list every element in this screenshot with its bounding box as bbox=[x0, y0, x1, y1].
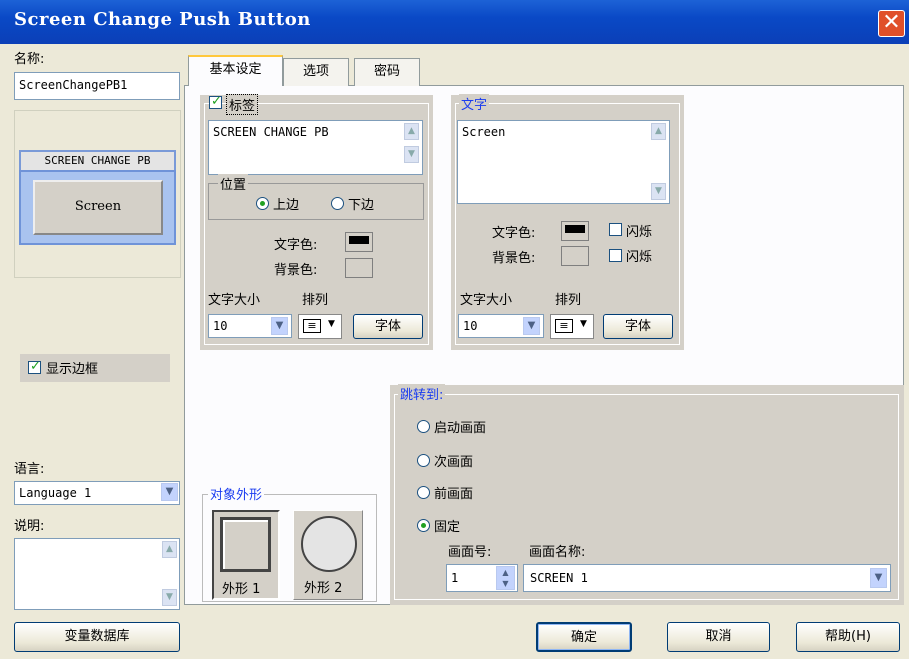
square-shape-icon bbox=[220, 517, 271, 572]
screen-name-select[interactable]: SCREEN 1 bbox=[523, 564, 891, 592]
label-textarea[interactable]: SCREEN CHANGE PB bbox=[208, 120, 423, 175]
text-blink-label-2: 闪烁 bbox=[626, 250, 653, 265]
spinner-arrows-icon[interactable]: ▲ ▼ bbox=[496, 566, 515, 590]
position-top-radio[interactable] bbox=[256, 197, 269, 210]
close-button[interactable]: ✕ bbox=[878, 10, 905, 37]
scroll-up-icon[interactable]: ▲ bbox=[651, 123, 666, 140]
label-font-button[interactable]: 字体 bbox=[353, 314, 423, 339]
text-blink-checkbox-2[interactable] bbox=[609, 249, 622, 262]
circle-shape-icon bbox=[301, 516, 357, 572]
show-border-label: 显示边框 bbox=[46, 362, 99, 377]
window-title: Screen Change Push Button bbox=[14, 9, 311, 30]
label-font-size-label: 文字大小 bbox=[208, 293, 261, 308]
show-border-checkbox[interactable] bbox=[28, 359, 41, 374]
shape1-option[interactable]: 外形 1 bbox=[212, 510, 280, 600]
chevron-down-icon[interactable]: ▼ bbox=[870, 568, 887, 588]
scroll-down-icon[interactable]: ▼ bbox=[404, 146, 419, 163]
label-group-title: 标签 bbox=[226, 94, 259, 115]
chevron-down-icon[interactable]: ▼ bbox=[523, 317, 540, 335]
text-bg-color-swatch[interactable] bbox=[561, 246, 589, 266]
text-bg-color-label: 背景色: bbox=[492, 251, 536, 266]
label-bg-color-label: 背景色: bbox=[274, 263, 318, 278]
label-checkbox[interactable] bbox=[209, 94, 222, 109]
ok-button[interactable]: 确定 bbox=[536, 622, 632, 652]
cancel-button[interactable]: 取消 bbox=[667, 622, 770, 652]
shape2-option[interactable]: 外形 2 bbox=[293, 510, 363, 600]
shape1-label: 外形 1 bbox=[222, 582, 261, 597]
text-align-dropdown[interactable]: ≡ ▼ bbox=[550, 314, 594, 339]
screen-name-label: 画面名称: bbox=[529, 545, 586, 560]
align-icon: ≡ bbox=[555, 319, 573, 333]
chevron-down-icon[interactable]: ▼ bbox=[161, 483, 178, 501]
preview-label: SCREEN CHANGE PB bbox=[19, 150, 176, 170]
screen-number-label: 画面号: bbox=[448, 545, 492, 560]
text-font-size-label: 文字大小 bbox=[460, 293, 513, 308]
jump-fixed-radio[interactable] bbox=[417, 519, 430, 532]
text-font-button[interactable]: 字体 bbox=[603, 314, 673, 339]
jump-startup-label: 启动画面 bbox=[434, 421, 487, 436]
label-align-dropdown[interactable]: ≡ ▼ bbox=[298, 314, 342, 339]
chevron-down-icon: ▼ bbox=[580, 319, 587, 329]
description-textarea[interactable] bbox=[14, 538, 180, 610]
label-text-color-label: 文字色: bbox=[274, 238, 318, 253]
jump-previous-radio[interactable] bbox=[417, 486, 430, 499]
chevron-down-icon[interactable]: ▼ bbox=[271, 317, 288, 335]
scroll-up-icon[interactable]: ▲ bbox=[162, 541, 177, 558]
name-input[interactable]: ScreenChangePB1 bbox=[14, 72, 180, 100]
position-top-label: 上边 bbox=[273, 198, 300, 213]
description-label: 说明: bbox=[14, 519, 45, 534]
jump-previous-label: 前画面 bbox=[434, 487, 474, 502]
shape-group-title: 对象外形 bbox=[208, 484, 265, 503]
tab-basic-settings[interactable]: 基本设定 bbox=[188, 55, 283, 86]
position-title: 位置 bbox=[218, 174, 249, 193]
help-button[interactable]: 帮助(H) bbox=[796, 622, 900, 652]
shape2-label: 外形 2 bbox=[304, 581, 343, 596]
align-icon: ≡ bbox=[303, 319, 321, 333]
name-label: 名称: bbox=[14, 52, 45, 67]
label-align-label: 排列 bbox=[302, 293, 329, 308]
text-blink-label-1: 闪烁 bbox=[626, 225, 653, 240]
scroll-down-icon[interactable]: ▼ bbox=[162, 589, 177, 606]
text-textarea[interactable]: Screen bbox=[457, 120, 670, 204]
position-bottom-label: 下边 bbox=[348, 198, 375, 213]
tab-options[interactable]: 选项 bbox=[283, 58, 349, 86]
text-text-color-swatch[interactable] bbox=[561, 221, 589, 241]
position-bottom-radio[interactable] bbox=[331, 197, 344, 210]
scroll-down-icon[interactable]: ▼ bbox=[651, 183, 666, 200]
scroll-up-icon[interactable]: ▲ bbox=[404, 123, 419, 140]
jump-next-label: 次画面 bbox=[434, 455, 474, 470]
jump-fixed-label: 固定 bbox=[434, 520, 461, 535]
text-group-title: 文字 bbox=[459, 94, 490, 113]
text-blink-checkbox-1[interactable] bbox=[609, 223, 622, 236]
tab-password[interactable]: 密码 bbox=[354, 58, 420, 86]
language-label: 语言: bbox=[14, 462, 45, 477]
jump-group-title: 跳转到: bbox=[398, 384, 446, 403]
language-select[interactable]: Language 1 bbox=[14, 481, 180, 505]
label-bg-color-swatch[interactable] bbox=[345, 258, 373, 278]
label-text-color-swatch[interactable] bbox=[345, 232, 373, 252]
jump-startup-radio[interactable] bbox=[417, 420, 430, 433]
text-align-label: 排列 bbox=[555, 293, 582, 308]
chevron-down-icon: ▼ bbox=[328, 319, 335, 329]
jump-next-radio[interactable] bbox=[417, 454, 430, 467]
text-text-color-label: 文字色: bbox=[492, 226, 536, 241]
preview-button: Screen bbox=[33, 180, 163, 235]
variable-database-button[interactable]: 变量数据库 bbox=[14, 622, 180, 652]
